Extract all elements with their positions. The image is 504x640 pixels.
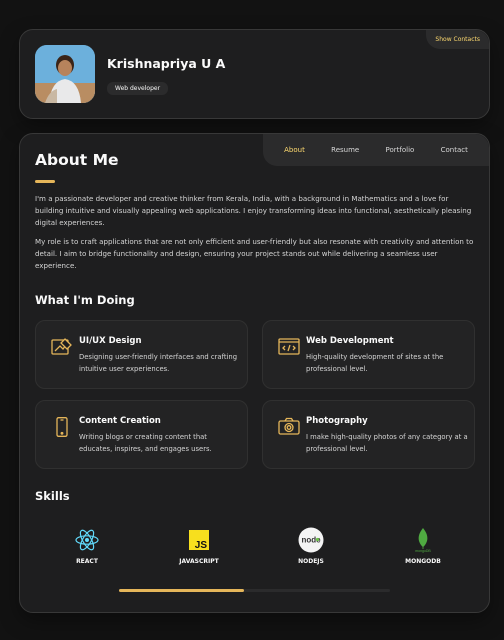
- show-contacts-button[interactable]: Show Contacts: [426, 30, 489, 49]
- nav-link-about[interactable]: About: [284, 146, 305, 154]
- design-icon: [51, 337, 73, 357]
- service-title: Content Creation: [79, 416, 161, 426]
- javascript-logo-text: JS: [195, 540, 208, 551]
- profile-card: Krishnapriya U A Web developer Show Cont…: [19, 29, 490, 119]
- service-text: Designing user-friendly interfaces and c…: [79, 353, 238, 373]
- code-icon: [278, 337, 300, 357]
- about-article: About Resume Portfolio Contact About Me …: [19, 133, 490, 613]
- skill-item-react[interactable]: REACT: [42, 527, 132, 565]
- service-title: Web Development: [306, 336, 394, 346]
- service-text: High-quality development of sites at the…: [306, 353, 444, 373]
- service-title: Photography: [306, 416, 368, 426]
- service-card-webdev: Web Development High-quality development…: [262, 320, 475, 389]
- service-text: I make high-quality photos of any catego…: [306, 433, 468, 453]
- skills-scrollbar[interactable]: [119, 589, 390, 592]
- about-paragraph: I'm a passionate developer and creative …: [35, 194, 472, 227]
- service-card-photography: Photography I make high-quality photos o…: [262, 400, 475, 469]
- page-title: About Me: [35, 151, 119, 169]
- role-badge: Web developer: [107, 82, 169, 95]
- react-icon: [75, 529, 99, 551]
- skill-item-nodejs[interactable]: node NODEJS: [266, 527, 356, 565]
- nav-link-resume[interactable]: Resume: [331, 146, 359, 154]
- mobile-icon: [51, 417, 73, 437]
- mongodb-icon: mongoDB: [415, 528, 431, 553]
- service-text: Writing blogs or creating content that e…: [79, 433, 212, 453]
- javascript-icon: JS: [189, 530, 209, 551]
- service-card-uiux: UI/UX Design Designing user-friendly int…: [35, 320, 248, 389]
- skill-item-mongodb[interactable]: mongoDB MONGODB: [378, 527, 468, 565]
- nav-link-contact[interactable]: Contact: [441, 146, 468, 154]
- title-underline: [35, 180, 55, 183]
- skill-label: REACT: [76, 558, 98, 565]
- mongodb-logo-text: mongoDB: [415, 549, 431, 553]
- skill-item-javascript[interactable]: JS JAVASCRIPT: [154, 527, 244, 565]
- profile-name: Krishnapriya U A: [107, 56, 226, 71]
- service-card-content: Content Creation Writing blogs or creati…: [35, 400, 248, 469]
- skill-label: NODEJS: [298, 558, 324, 565]
- nodejs-icon: node: [298, 527, 324, 553]
- skills-scrollbar-thumb[interactable]: [119, 589, 244, 592]
- skill-label: MONGODB: [405, 558, 441, 565]
- section-title-skills: Skills: [35, 489, 70, 503]
- service-title: UI/UX Design: [79, 336, 142, 346]
- avatar: [35, 45, 95, 103]
- skill-label: JAVASCRIPT: [179, 558, 219, 565]
- camera-icon: [278, 417, 300, 437]
- section-title-doing: What I'm Doing: [35, 293, 135, 307]
- about-paragraph: My role is to craft applications that ar…: [35, 237, 474, 270]
- navbar: About Resume Portfolio Contact: [263, 134, 489, 166]
- nav-link-portfolio[interactable]: Portfolio: [386, 146, 415, 154]
